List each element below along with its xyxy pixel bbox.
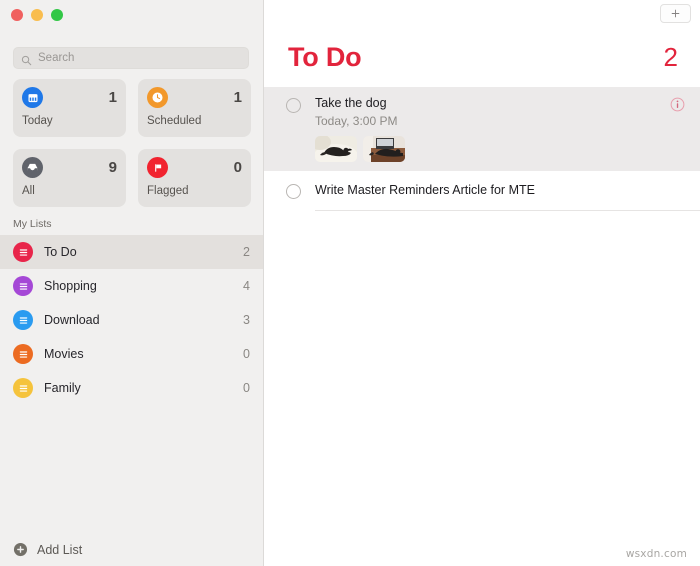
reminder-body: Write Master Reminders Article for MTE bbox=[315, 182, 686, 198]
smart-list-today[interactable]: 1 Today bbox=[13, 79, 126, 137]
reminders-window: 1 Today 1 Scheduled bbox=[0, 0, 700, 566]
minimize-window-button[interactable] bbox=[31, 9, 43, 21]
list-lines-icon bbox=[13, 310, 33, 330]
smart-list-count: 1 bbox=[108, 89, 117, 106]
sidebar-item-to-do[interactable]: To Do 2 bbox=[0, 235, 263, 269]
list-label: Shopping bbox=[44, 279, 97, 293]
traffic-lights bbox=[11, 9, 63, 21]
reminder-row[interactable]: Take the dog Today, 3:00 PM bbox=[264, 87, 700, 171]
attachment-thumbnail[interactable] bbox=[315, 136, 357, 162]
list-label: Download bbox=[44, 313, 100, 327]
watermark: wsxdn.com bbox=[625, 548, 687, 560]
reminder-attachments bbox=[315, 136, 662, 171]
sidebar-item-shopping[interactable]: Shopping 4 bbox=[0, 269, 263, 303]
list-lines-icon bbox=[13, 242, 33, 262]
list-header: To Do 2 bbox=[264, 28, 700, 87]
list-label: Family bbox=[44, 381, 81, 395]
list-label: Movies bbox=[44, 347, 84, 361]
search-icon bbox=[21, 53, 32, 65]
toolbar bbox=[264, 0, 700, 28]
smart-list-label: Scheduled bbox=[147, 115, 202, 127]
add-list-label: Add List bbox=[37, 542, 83, 557]
my-lists: To Do 2 Shopping 4 Download 3 Movies 0 F… bbox=[0, 235, 263, 405]
reminder-title: Write Master Reminders Article for MTE bbox=[315, 183, 535, 197]
list-count: 3 bbox=[243, 313, 250, 327]
calendar-icon bbox=[22, 87, 43, 108]
reminder-info-button[interactable] bbox=[670, 97, 686, 113]
smart-list-flagged[interactable]: 0 Flagged bbox=[138, 149, 251, 207]
sidebar-item-movies[interactable]: Movies 0 bbox=[0, 337, 263, 371]
smart-lists-grid: 1 Today 1 Scheduled 9 All 0 Flagged bbox=[13, 79, 251, 207]
smart-list-scheduled[interactable]: 1 Scheduled bbox=[138, 79, 251, 137]
reminder-row[interactable]: Write Master Reminders Article for MTE bbox=[264, 171, 700, 199]
page-title-count: 2 bbox=[663, 42, 678, 72]
list-lines-icon bbox=[13, 378, 33, 398]
add-list-button[interactable]: Add List bbox=[13, 542, 82, 557]
flag-icon bbox=[147, 157, 168, 178]
list-count: 2 bbox=[243, 245, 250, 259]
reminder-body: Take the dog Today, 3:00 PM bbox=[315, 96, 662, 171]
list-label: To Do bbox=[44, 245, 77, 259]
smart-list-count: 9 bbox=[108, 159, 117, 176]
sidebar-item-family[interactable]: Family 0 bbox=[0, 371, 263, 405]
add-reminder-button[interactable] bbox=[660, 4, 691, 23]
list-count: 4 bbox=[243, 279, 250, 293]
tray-icon bbox=[22, 157, 43, 178]
sidebar-item-download[interactable]: Download 3 bbox=[0, 303, 263, 337]
smart-list-count: 0 bbox=[233, 159, 242, 176]
main-content: To Do 2 Take the dog Today, 3:00 PM Writ… bbox=[264, 0, 700, 566]
row-divider bbox=[315, 210, 700, 211]
reminder-checkbox[interactable] bbox=[286, 98, 301, 113]
my-lists-header: My Lists bbox=[13, 218, 52, 230]
list-count: 0 bbox=[243, 381, 250, 395]
maximize-window-button[interactable] bbox=[51, 9, 63, 21]
smart-list-label: Today bbox=[22, 115, 53, 127]
list-lines-icon bbox=[13, 276, 33, 296]
close-window-button[interactable] bbox=[11, 9, 23, 21]
smart-list-count: 1 bbox=[233, 89, 242, 106]
search-bar[interactable] bbox=[13, 47, 249, 69]
reminder-title: Take the dog bbox=[315, 96, 387, 110]
clock-icon bbox=[147, 87, 168, 108]
plus-circle-icon bbox=[13, 542, 28, 557]
sidebar: 1 Today 1 Scheduled bbox=[0, 0, 264, 566]
smart-list-label: All bbox=[22, 185, 35, 197]
list-lines-icon bbox=[13, 344, 33, 364]
reminder-due-date: Today, 3:00 PM bbox=[315, 114, 398, 128]
search-input[interactable] bbox=[38, 52, 241, 64]
smart-list-all[interactable]: 9 All bbox=[13, 149, 126, 207]
reminders-list: Take the dog Today, 3:00 PM Write Master… bbox=[264, 87, 700, 211]
plus-icon bbox=[671, 9, 680, 18]
page-title: To Do bbox=[288, 42, 362, 72]
reminder-checkbox[interactable] bbox=[286, 184, 301, 199]
attachment-thumbnail[interactable] bbox=[363, 136, 405, 162]
list-count: 0 bbox=[243, 347, 250, 361]
smart-list-label: Flagged bbox=[147, 185, 189, 197]
